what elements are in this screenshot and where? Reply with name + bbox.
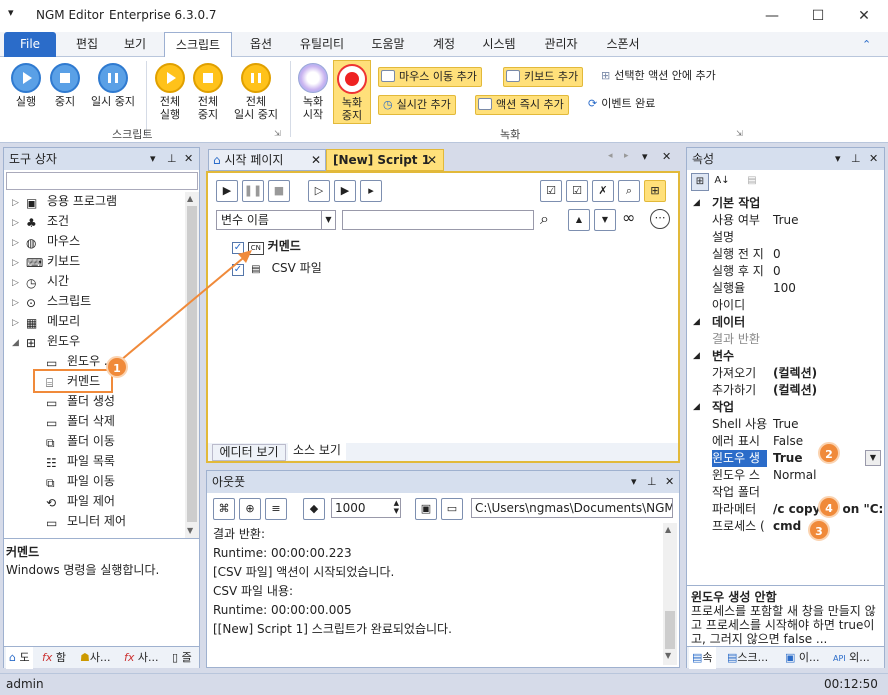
step-badge-1: 1	[106, 356, 128, 378]
step-badge-2: 2	[818, 442, 840, 464]
step-badge-3: 3	[808, 519, 830, 541]
drag-arrow	[114, 250, 252, 366]
step-badge-4: 4	[818, 496, 840, 518]
